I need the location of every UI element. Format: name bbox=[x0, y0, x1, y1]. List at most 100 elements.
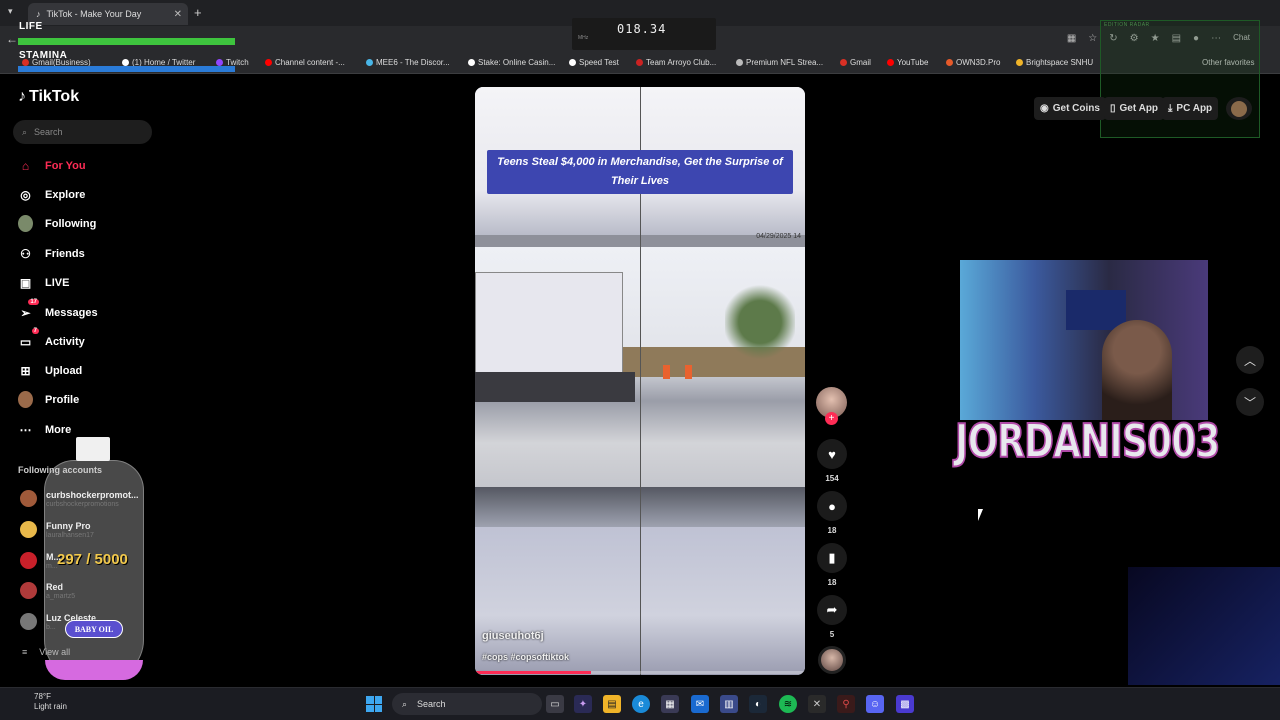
chevron-up-icon: ︿ bbox=[1243, 353, 1256, 368]
following-account-item[interactable]: M... m... bbox=[20, 552, 61, 571]
webcam-streamer bbox=[1102, 320, 1172, 420]
heart-icon: ♥ bbox=[828, 446, 836, 462]
back-arrow-icon[interactable]: ← bbox=[6, 32, 18, 46]
music-disc-avatar[interactable] bbox=[818, 646, 846, 674]
nav-upload[interactable]: ⊞ Upload bbox=[18, 363, 82, 378]
bottle-fill bbox=[45, 660, 143, 680]
spotify-icon[interactable]: ≋ bbox=[779, 695, 797, 713]
search-icon: ⌕ bbox=[22, 126, 28, 137]
weather-widget[interactable]: 78°F Light rain bbox=[12, 692, 67, 712]
task-view-icon[interactable]: ▭ bbox=[546, 695, 564, 713]
tiktok-logo-text: TikTok bbox=[29, 88, 80, 105]
bookmark-item[interactable]: MEE6 - The Discor... bbox=[366, 58, 450, 67]
video-trees bbox=[725, 282, 795, 362]
stamina-bar bbox=[18, 66, 235, 72]
video-caption: Teens Steal $4,000 in Merchandise, Get t… bbox=[487, 150, 793, 194]
following-accounts-title: Following accounts bbox=[18, 465, 103, 475]
new-tab-button[interactable]: + bbox=[194, 5, 202, 20]
video-progress-bar[interactable] bbox=[475, 671, 805, 674]
nav-explore[interactable]: ◎ Explore bbox=[18, 187, 85, 202]
tiktok-logo[interactable]: ♪ TikTok bbox=[18, 88, 79, 106]
following-account-item[interactable]: Funny Pro lauralhansen17 bbox=[20, 521, 94, 540]
favorite-star-icon[interactable]: ☆ bbox=[1088, 33, 1097, 44]
bookmark-item[interactable]: YouTube bbox=[887, 58, 928, 67]
bookmark-favicon-icon bbox=[1016, 59, 1023, 66]
more-icon: ⋯ bbox=[19, 422, 32, 437]
maps-pin-icon[interactable]: ⚲ bbox=[837, 695, 855, 713]
save-count: 18 bbox=[827, 578, 837, 587]
save-button[interactable]: ▮ bbox=[817, 543, 847, 573]
nav-activity[interactable]: ▭ 7 Activity bbox=[18, 328, 85, 349]
grid-app-icon[interactable]: ▩ bbox=[896, 695, 914, 713]
stamina-label: STAMINA bbox=[19, 50, 68, 61]
tiktok-note-icon: ♪ bbox=[18, 88, 26, 105]
video-username[interactable]: giuseuhot6j bbox=[482, 630, 544, 642]
store-icon[interactable]: ▦ bbox=[661, 695, 679, 713]
bookmark-favicon-icon bbox=[569, 59, 576, 66]
messages-badge: 17 bbox=[28, 299, 39, 305]
like-button[interactable]: ♥ bbox=[817, 439, 847, 469]
discord-icon[interactable]: ☺ bbox=[866, 695, 884, 713]
tab-list-chevron-icon[interactable]: ▾ bbox=[8, 6, 13, 17]
bookmark-item[interactable]: Premium NFL Strea... bbox=[736, 58, 823, 67]
outlook-icon[interactable]: ✉ bbox=[691, 695, 709, 713]
avatar bbox=[1231, 100, 1247, 117]
search-input[interactable]: ⌕ Search bbox=[13, 120, 152, 144]
next-video-button[interactable]: ﹀ bbox=[1236, 388, 1264, 416]
comment-button[interactable]: ● bbox=[817, 491, 847, 521]
weather-condition: Light rain bbox=[34, 702, 67, 711]
pc-app-button[interactable]: ⤓ PC App bbox=[1162, 97, 1219, 120]
tab-close-icon[interactable]: ✕ bbox=[174, 9, 182, 20]
nav-friends[interactable]: ⚇ Friends bbox=[18, 246, 85, 261]
bookmark-item[interactable]: Team Arroyo Club... bbox=[636, 58, 716, 67]
following-avatar-icon bbox=[18, 215, 33, 232]
browser-tab[interactable]: ♪ TikTok - Make Your Day ✕ bbox=[28, 3, 188, 25]
app-icon[interactable]: ▥ bbox=[720, 695, 738, 713]
user-avatar[interactable] bbox=[1226, 97, 1252, 120]
nav-more[interactable]: ⋯ More bbox=[18, 422, 72, 437]
split-screen-icon[interactable]: ▦ bbox=[1067, 33, 1076, 44]
edition-radar-title: EDITION RADAR bbox=[1104, 22, 1150, 28]
bookmark-item[interactable]: Speed Test bbox=[569, 58, 619, 67]
get-app-button[interactable]: ▯ Get App bbox=[1104, 97, 1165, 120]
bookmark-item[interactable]: Brightspace SNHU bbox=[1016, 58, 1093, 67]
bookmark-favicon-icon bbox=[265, 59, 272, 66]
nav-profile[interactable]: Profile bbox=[18, 391, 79, 408]
nav-label: Activity bbox=[45, 335, 85, 348]
share-button[interactable]: ➦ bbox=[817, 595, 847, 625]
bookmark-item[interactable]: Stake: Online Casin... bbox=[468, 58, 555, 67]
nav-live[interactable]: ▣ LIVE bbox=[18, 275, 70, 290]
bottle-label: BABY OIL bbox=[65, 620, 123, 638]
following-account-item[interactable]: curbshockerpromot... curbshockerpromotion… bbox=[20, 490, 139, 509]
like-count: 154 bbox=[825, 474, 839, 483]
get-coins-button[interactable]: ◉ Get Coins bbox=[1034, 97, 1106, 120]
nav-messages[interactable]: ➢ 17 Messages bbox=[18, 299, 98, 320]
xbox-icon[interactable]: ✕ bbox=[808, 695, 826, 713]
following-account-item[interactable]: Red a_martz5 bbox=[20, 582, 75, 601]
view-all-link[interactable]: ≡ View all bbox=[22, 647, 70, 657]
steam-icon[interactable]: ◐ bbox=[749, 695, 767, 713]
bookmark-item[interactable]: Channel content -... bbox=[265, 58, 345, 67]
follow-plus-icon[interactable]: + bbox=[825, 412, 838, 425]
webcam-monitor bbox=[1066, 290, 1126, 330]
bookmark-favicon-icon bbox=[468, 59, 475, 66]
bookmark-item[interactable]: OWN3D.Pro bbox=[946, 58, 1000, 67]
windows-start-icon[interactable] bbox=[366, 696, 382, 712]
profile-avatar-icon bbox=[18, 391, 33, 408]
bookmark-item[interactable]: Gmail bbox=[840, 58, 871, 67]
life-bar bbox=[18, 38, 235, 45]
search-placeholder: Search bbox=[34, 127, 63, 137]
nav-following[interactable]: Following bbox=[18, 215, 96, 232]
video-hashtags[interactable]: #cops #copsoftiktok bbox=[482, 652, 569, 662]
bottle-count: 297 / 5000 bbox=[57, 551, 128, 568]
taskbar-search[interactable]: ⌕ Search bbox=[392, 693, 542, 715]
edge-browser-icon[interactable]: e bbox=[632, 695, 650, 713]
video-player[interactable]: Teens Steal $4,000 in Merchandise, Get t… bbox=[475, 87, 805, 675]
nav-label: Explore bbox=[45, 188, 86, 201]
list-icon: ≡ bbox=[22, 647, 28, 657]
previous-video-button[interactable]: ︿ bbox=[1236, 346, 1264, 374]
nav-for-you[interactable]: ⌂ For You bbox=[18, 158, 86, 173]
copilot-icon[interactable]: ✦ bbox=[574, 695, 592, 713]
file-explorer-icon[interactable]: ▤ bbox=[603, 695, 621, 713]
upload-icon: ⊞ bbox=[20, 363, 31, 378]
